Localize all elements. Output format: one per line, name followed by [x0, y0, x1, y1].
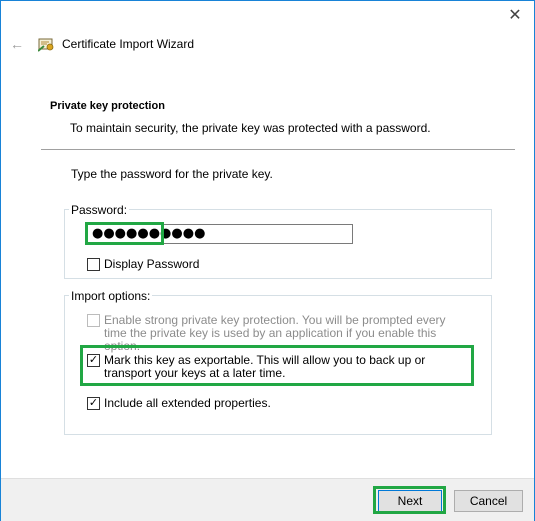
display-password-checkbox[interactable] [87, 258, 100, 271]
mark-exportable-checkbox[interactable]: ✓ [87, 354, 100, 367]
mark-exportable-label[interactable]: Mark this key as exportable. This will a… [104, 354, 469, 380]
display-password-label[interactable]: Display Password [104, 258, 199, 271]
section-description: To maintain security, the private key wa… [70, 121, 431, 135]
certificate-wizard-icon [38, 38, 54, 52]
checkmark-icon: ✓ [88, 354, 99, 366]
password-prompt: Type the password for the private key. [71, 167, 273, 181]
strong-protection-label: Enable strong private key protection. Yo… [104, 313, 446, 353]
checkmark-icon: ✓ [88, 397, 99, 409]
import-options-label: Import options: [69, 289, 153, 303]
password-label: Password: [69, 203, 130, 217]
window-title: Certificate Import Wizard [62, 37, 195, 51]
close-button[interactable]: ✕ [504, 4, 526, 26]
next-button[interactable]: Next [378, 490, 442, 512]
header-divider [41, 149, 515, 150]
titlebar: ✕ ← Certificate Import Wizard [1, 1, 534, 67]
close-icon: ✕ [508, 7, 522, 24]
cancel-button[interactable]: Cancel [454, 490, 523, 512]
strong-protection-checkbox[interactable] [87, 314, 100, 327]
include-extended-properties-label[interactable]: Include all extended properties. [104, 397, 271, 410]
password-field[interactable]: ●●●●●●●●●● [87, 224, 353, 244]
include-extended-properties-checkbox[interactable]: ✓ [87, 397, 100, 410]
back-button[interactable]: ← [8, 35, 26, 53]
back-arrow-icon: ← [10, 36, 24, 52]
section-title: Private key protection [50, 100, 165, 112]
certificate-import-wizard-window: ✕ ← Certificate Import Wizard Private ke… [0, 0, 535, 521]
